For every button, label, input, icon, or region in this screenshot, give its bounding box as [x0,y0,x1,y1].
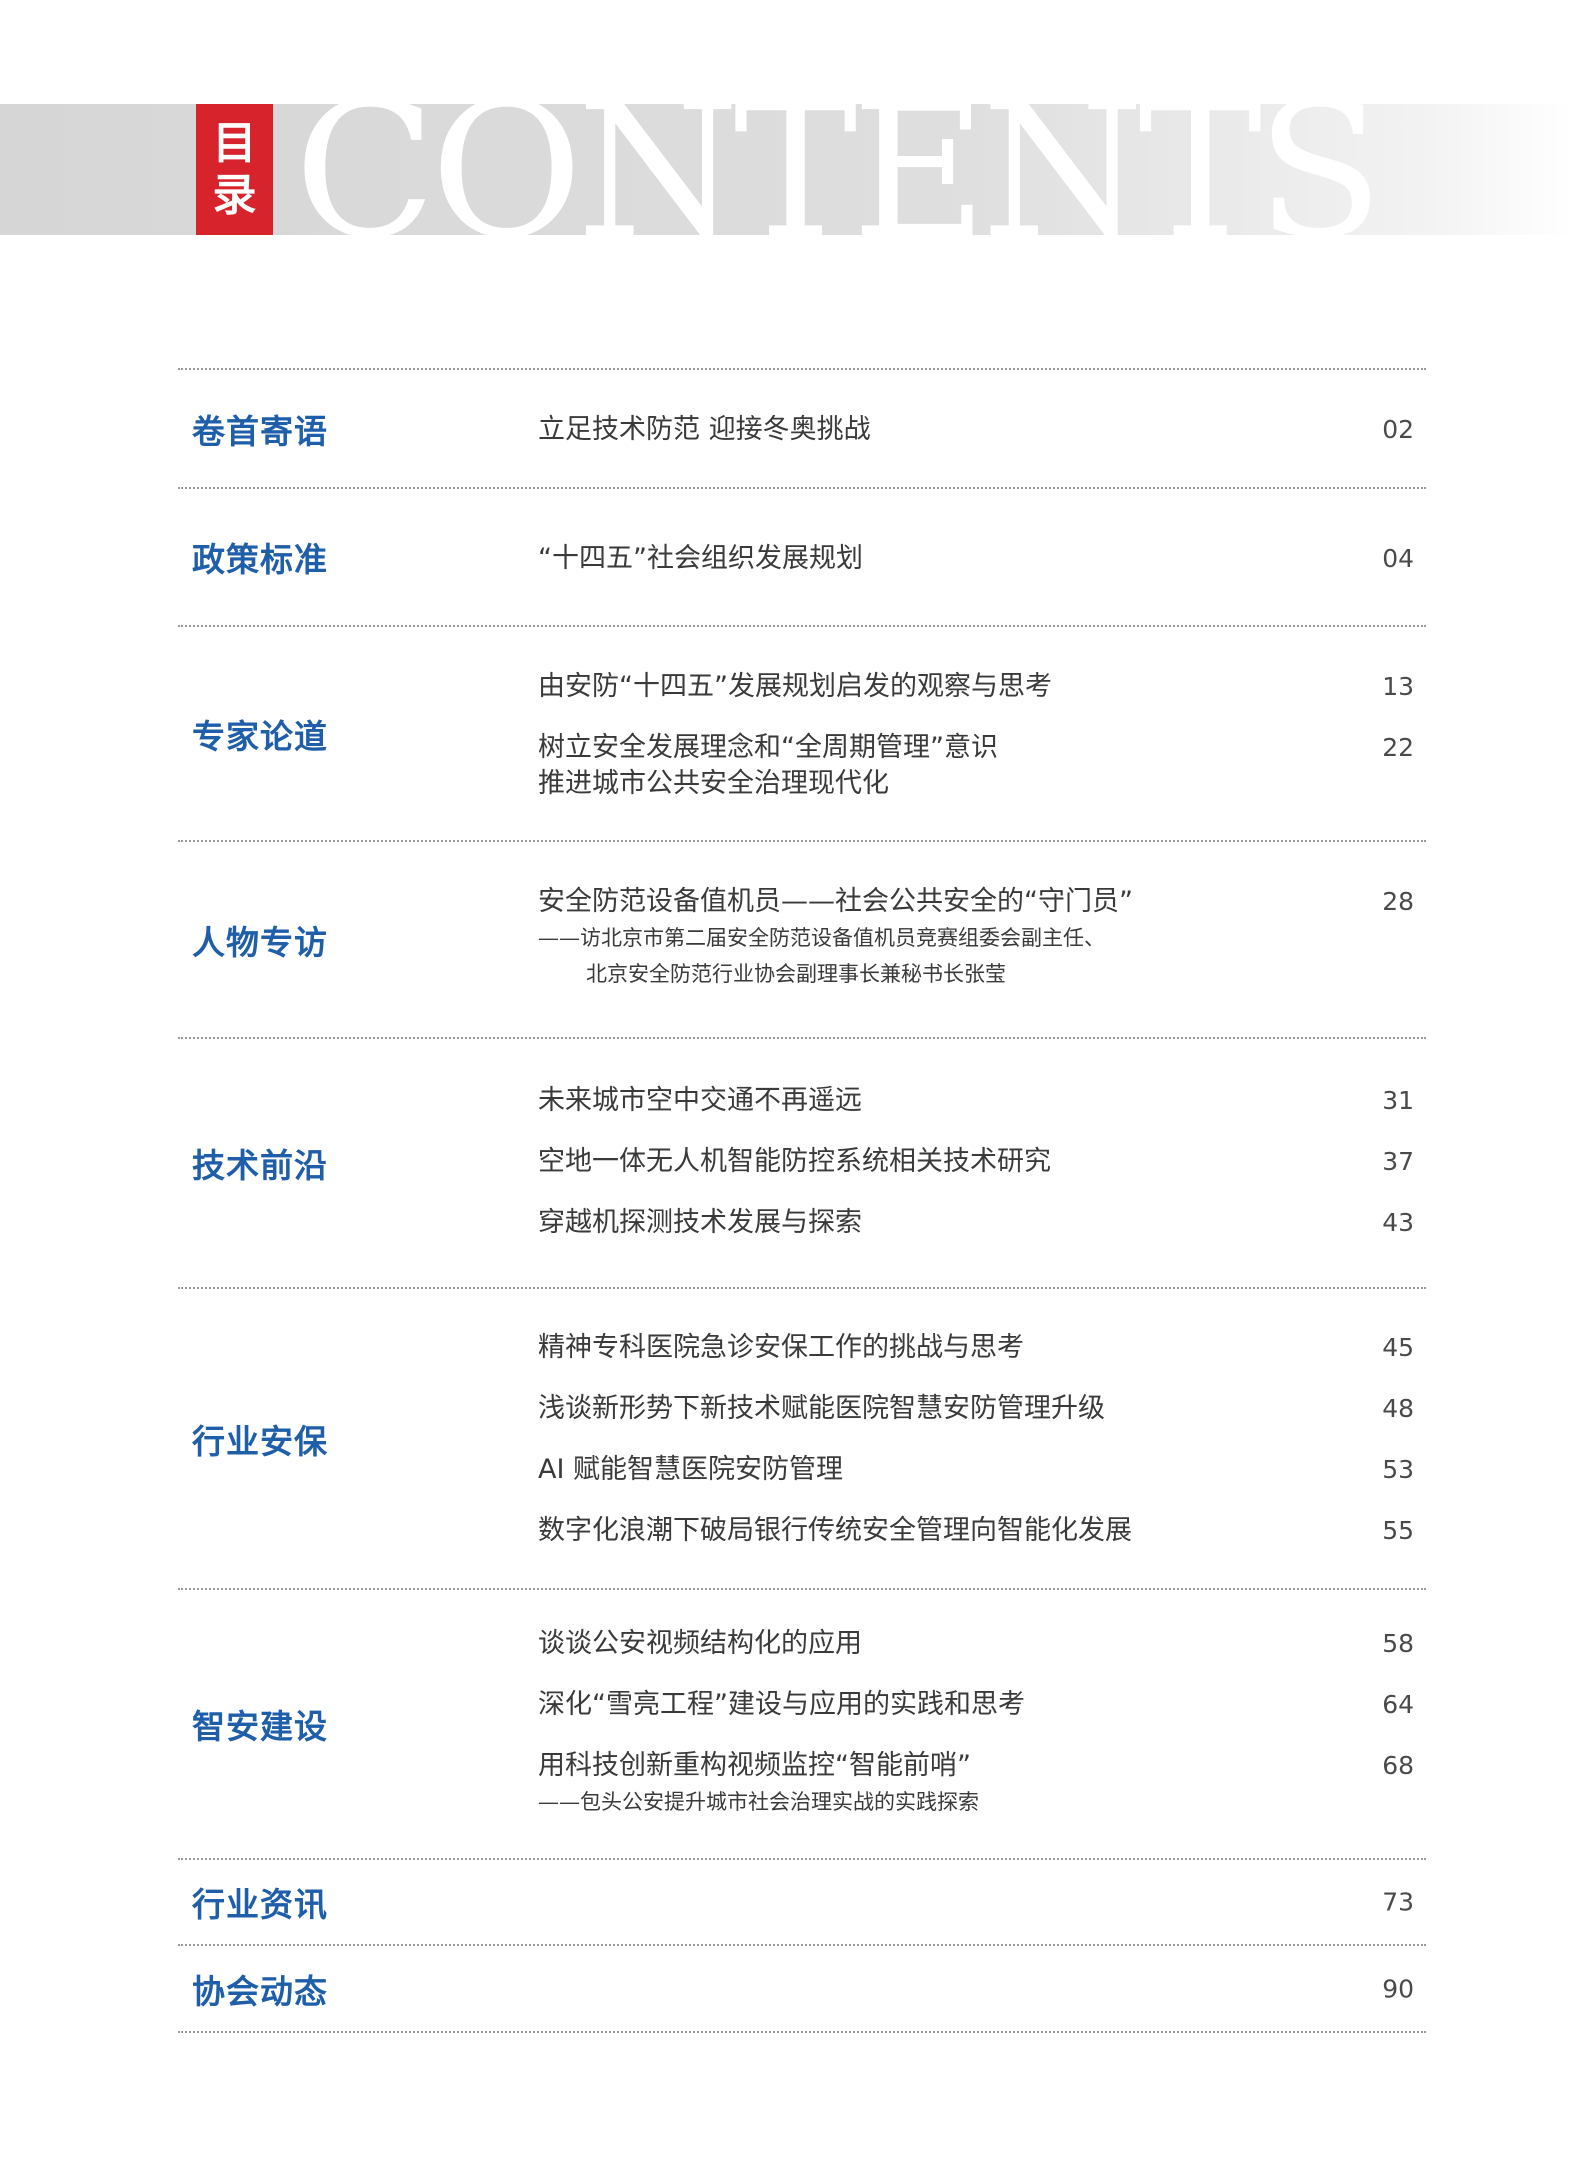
toc-entry[interactable]: 立足技术防范 迎接冬奥挑战 02 [538,412,1414,448]
entry-subtitle: ——访北京市第二届安全防范设备值机员竞赛组委会副主任、 [538,926,1105,950]
toc-entry[interactable]: 精神专科医院急诊安保工作的挑战与思考 45 [538,1330,1414,1366]
toc-tag-char-1: 目 [212,117,257,169]
page-number: 02 [1382,415,1414,444]
page-number: 73 [1382,1887,1414,1917]
page-number: 48 [1382,1394,1414,1423]
page-number: 55 [1382,1516,1414,1545]
page-number: 58 [1382,1629,1414,1658]
toc-section-smart-security: 智安建设 谈谈公安视频结构化的应用 58 深化“雪亮工程”建设与应用的实践和思考… [178,1590,1426,1860]
table-of-contents: 卷首寄语 立足技术防范 迎接冬奥挑战 02 政策标准 “十四五”社会组织发展规划… [178,368,1426,2033]
toc-tag-char-2: 录 [212,169,257,221]
toc-entry[interactable]: 安全防范设备值机员——社会公共安全的“守门员” ——访北京市第二届安全防范设备值… [538,884,1414,992]
page-number: 04 [1382,544,1414,573]
toc-section-policy: 政策标准 “十四五”社会组织发展规划 04 [178,489,1426,627]
entry-title: 谈谈公安视频结构化的应用 [538,1628,862,1659]
section-category: 行业资讯 [192,1885,328,1924]
entry-title: 安全防范设备值机员——社会公共安全的“守门员” [538,886,1133,917]
section-category: 协会动态 [192,1971,328,2011]
toc-entry[interactable]: 未来城市空中交通不再遥远 31 [538,1083,1414,1119]
page-number: 53 [1382,1455,1414,1484]
toc-entry[interactable]: 深化“雪亮工程”建设与应用的实践和思考 64 [538,1687,1414,1723]
entry-subtitle-line2: 北京安全防范行业协会副理事长兼秘书长张莹 [586,962,1006,986]
page-number: 28 [1382,887,1414,916]
page-number: 90 [1382,1974,1414,2003]
page-number: 22 [1382,733,1414,762]
section-category: 智安建设 [192,1707,328,1746]
entry-title: 数字化浪潮下破局银行传统安全管理向智能化发展 [538,1515,1132,1546]
page-number: 13 [1382,672,1414,701]
entry-title: 精神专科医院急诊安保工作的挑战与思考 [538,1332,1024,1363]
page-number: 64 [1382,1690,1414,1719]
page-number: 45 [1382,1333,1414,1362]
section-category: 卷首寄语 [192,411,328,451]
toc-section-interview: 人物专访 安全防范设备值机员——社会公共安全的“守门员” ——访北京市第二届安全… [178,842,1426,1039]
toc-section-technology: 技术前沿 未来城市空中交通不再遥远 31 空地一体无人机智能防控系统相关技术研究… [178,1039,1426,1289]
toc-entry[interactable]: 空地一体无人机智能防控系统相关技术研究 37 [538,1144,1414,1180]
page-number: 43 [1382,1208,1414,1237]
toc-entry[interactable]: AI 赋能智慧医院安防管理 53 [538,1452,1414,1488]
toc-section-experts: 专家论道 由安防“十四五”发展规划启发的观察与思考 13 树立安全发展理念和“全… [178,627,1426,842]
section-category: 政策标准 [192,540,328,579]
entry-title: 由安防“十四五”发展规划启发的观察与思考 [538,671,1052,702]
entry-title: 未来城市空中交通不再遥远 [538,1085,862,1116]
section-category: 人物专访 [192,922,328,962]
entry-title: 穿越机探测技术发展与探索 [538,1207,862,1238]
entry-title: “十四五”社会组织发展规划 [538,543,863,574]
toc-entry[interactable]: 树立安全发展理念和“全周期管理”意识 推进城市公共安全治理现代化 22 [538,730,1414,802]
toc-entry[interactable]: “十四五”社会组织发展规划 04 [538,541,1414,577]
entry-title: 浅谈新形势下新技术赋能医院智慧安防管理升级 [538,1393,1105,1424]
toc-entry[interactable]: 用科技创新重构视频监控“智能前哨” ——包头公安提升城市社会治理实战的实践探索 … [538,1748,1414,1820]
toc-entry[interactable]: 由安防“十四五”发展规划启发的观察与思考 13 [538,669,1414,705]
entry-title: 立足技术防范 迎接冬奥挑战 [538,414,871,445]
toc-entry[interactable]: 浅谈新形势下新技术赋能医院智慧安防管理升级 48 [538,1391,1414,1427]
toc-entry[interactable]: 谈谈公安视频结构化的应用 58 [538,1626,1414,1662]
section-category: 专家论道 [192,716,328,756]
entry-title: 深化“雪亮工程”建设与应用的实践和思考 [538,1689,1025,1720]
toc-red-tag: 目 录 [196,104,273,235]
page-number: 68 [1382,1751,1414,1780]
page-number: 31 [1382,1086,1414,1115]
toc-section-association-news[interactable]: 协会动态 90 [178,1946,1426,2033]
toc-section-foreword: 卷首寄语 立足技术防范 迎接冬奥挑战 02 [178,368,1426,489]
entry-title: 树立安全发展理念和“全周期管理”意识 [538,732,998,763]
toc-section-industry-news[interactable]: 行业资讯 73 [178,1860,1426,1946]
entry-title-line2: 推进城市公共安全治理现代化 [538,768,889,799]
section-category: 技术前沿 [192,1146,328,1185]
entry-subtitle: ——包头公安提升城市社会治理实战的实践探索 [538,1790,979,1814]
entry-title: 空地一体无人机智能防控系统相关技术研究 [538,1146,1051,1177]
page-number: 37 [1382,1147,1414,1176]
contents-banner-word: CONTENTS [294,104,1384,235]
entry-title: AI 赋能智慧医院安防管理 [538,1454,844,1485]
toc-section-industry-security: 行业安保 精神专科医院急诊安保工作的挑战与思考 45 浅谈新形势下新技术赋能医院… [178,1289,1426,1590]
entry-title: 用科技创新重构视频监控“智能前哨” [538,1750,971,1781]
section-category: 行业安保 [192,1421,328,1461]
toc-entry[interactable]: 穿越机探测技术发展与探索 43 [538,1205,1414,1241]
toc-entry[interactable]: 数字化浪潮下破局银行传统安全管理向智能化发展 55 [538,1513,1414,1549]
